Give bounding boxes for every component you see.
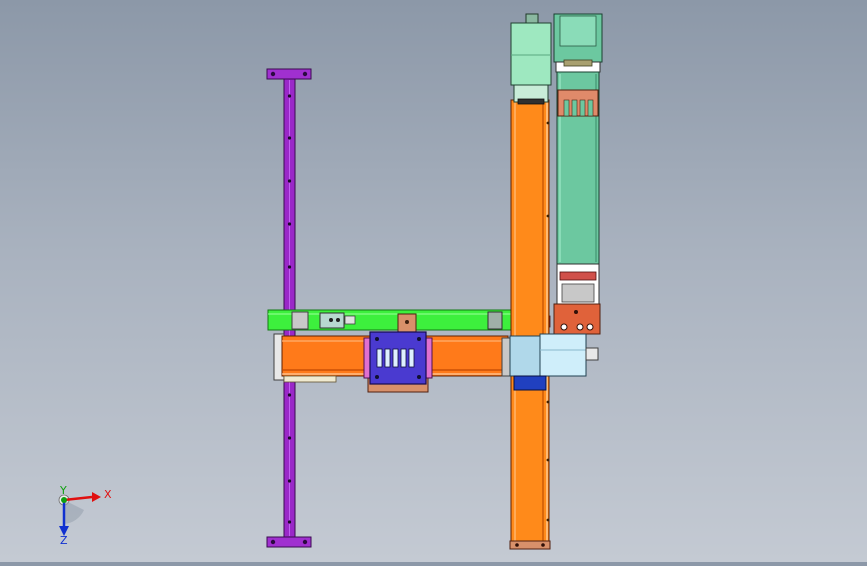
y-axis-label: Y	[59, 484, 67, 497]
x-axis-label: X	[104, 488, 112, 501]
teal-belt-cover[interactable]	[553, 13, 603, 335]
orange-horizontal-actuator[interactable]	[273, 331, 513, 393]
x-arrowhead-icon	[92, 492, 101, 502]
orange-vertical-actuator[interactable]	[509, 99, 551, 550]
assembly-drawing[interactable]: X Y Z	[0, 0, 867, 562]
lightblue-drive-motor[interactable]	[509, 333, 599, 391]
z-axis-label: Z	[60, 534, 68, 547]
blue-carriage-slider[interactable]	[363, 331, 433, 393]
green-belt-cover[interactable]	[267, 309, 551, 333]
mint-servo-motor[interactable]	[510, 13, 552, 105]
coordinate-triad: X Y Z	[58, 484, 112, 547]
copper-rack-bracket	[557, 89, 599, 117]
purple-guide-rail[interactable]	[266, 68, 312, 548]
y-axis-dot-icon	[61, 497, 67, 503]
cad-3d-viewport[interactable]: X Y Z	[0, 0, 867, 562]
